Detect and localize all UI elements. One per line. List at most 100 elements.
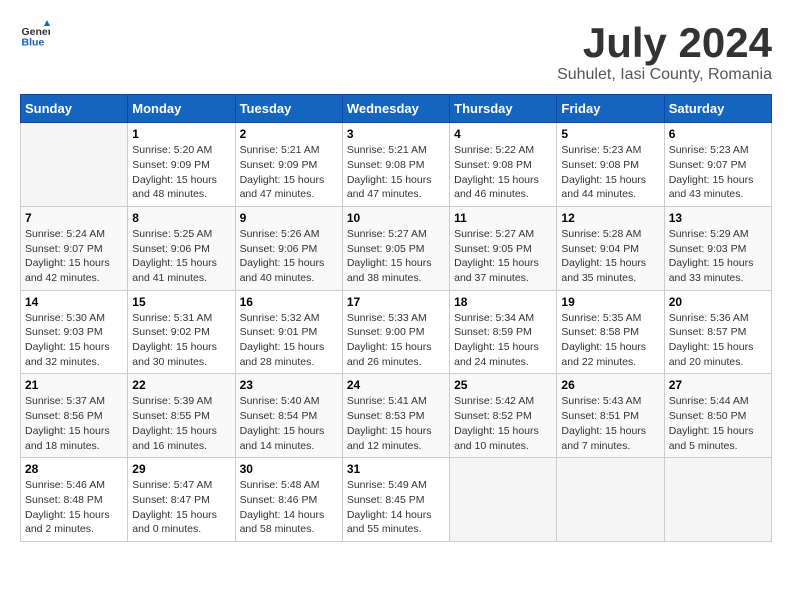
header-cell-monday: Monday <box>128 95 235 123</box>
day-number: 27 <box>669 378 767 392</box>
day-number: 10 <box>347 211 445 225</box>
day-info: Sunrise: 5:29 AM Sunset: 9:03 PM Dayligh… <box>669 227 767 286</box>
calendar-cell: 19 Sunrise: 5:35 AM Sunset: 8:58 PM Dayli… <box>557 290 664 374</box>
day-info: Sunrise: 5:31 AM Sunset: 9:02 PM Dayligh… <box>132 311 230 370</box>
calendar-cell: 20 Sunrise: 5:36 AM Sunset: 8:57 PM Dayli… <box>664 290 771 374</box>
day-number: 9 <box>240 211 338 225</box>
day-number: 25 <box>454 378 552 392</box>
day-number: 23 <box>240 378 338 392</box>
calendar-cell: 16 Sunrise: 5:32 AM Sunset: 9:01 PM Dayli… <box>235 290 342 374</box>
calendar-cell: 3 Sunrise: 5:21 AM Sunset: 9:08 PM Daylig… <box>342 123 449 207</box>
header-cell-wednesday: Wednesday <box>342 95 449 123</box>
day-info: Sunrise: 5:24 AM Sunset: 9:07 PM Dayligh… <box>25 227 123 286</box>
calendar-cell <box>450 458 557 542</box>
day-info: Sunrise: 5:35 AM Sunset: 8:58 PM Dayligh… <box>561 311 659 370</box>
day-info: Sunrise: 5:36 AM Sunset: 8:57 PM Dayligh… <box>669 311 767 370</box>
day-number: 21 <box>25 378 123 392</box>
day-number: 2 <box>240 127 338 141</box>
day-number: 6 <box>669 127 767 141</box>
day-number: 30 <box>240 462 338 476</box>
calendar-cell: 12 Sunrise: 5:28 AM Sunset: 9:04 PM Dayli… <box>557 206 664 290</box>
day-info: Sunrise: 5:30 AM Sunset: 9:03 PM Dayligh… <box>25 311 123 370</box>
day-number: 8 <box>132 211 230 225</box>
header-cell-thursday: Thursday <box>450 95 557 123</box>
day-info: Sunrise: 5:21 AM Sunset: 9:09 PM Dayligh… <box>240 143 338 202</box>
header-row: SundayMondayTuesdayWednesdayThursdayFrid… <box>21 95 772 123</box>
calendar-cell: 17Sunrise: 5:33 AM Sunset: 9:00 PM Dayli… <box>342 290 449 374</box>
day-number: 20 <box>669 295 767 309</box>
day-info: Sunrise: 5:27 AM Sunset: 9:05 PM Dayligh… <box>347 227 445 286</box>
calendar-cell: 10 Sunrise: 5:27 AM Sunset: 9:05 PM Dayli… <box>342 206 449 290</box>
day-info: Sunrise: 5:21 AM Sunset: 9:08 PM Dayligh… <box>347 143 445 202</box>
day-info: Sunrise: 5:46 AM Sunset: 8:48 PM Dayligh… <box>25 478 123 537</box>
page-subtitle: Suhulet, Iasi County, Romania <box>557 66 772 84</box>
calendar-cell: 13 Sunrise: 5:29 AM Sunset: 9:03 PM Dayli… <box>664 206 771 290</box>
svg-text:Blue: Blue <box>22 37 45 49</box>
logo: General Blue <box>20 20 50 50</box>
calendar-cell: 1 Sunrise: 5:20 AM Sunset: 9:09 PM Daylig… <box>128 123 235 207</box>
day-number: 1 <box>132 127 230 141</box>
calendar-cell: 8 Sunrise: 5:25 AM Sunset: 9:06 PM Daylig… <box>128 206 235 290</box>
week-row-2: 7 Sunrise: 5:24 AM Sunset: 9:07 PM Daylig… <box>21 206 772 290</box>
calendar-cell: 9 Sunrise: 5:26 AM Sunset: 9:06 PM Daylig… <box>235 206 342 290</box>
page-title: July 2024 <box>557 20 772 66</box>
day-info: Sunrise: 5:42 AM Sunset: 8:52 PM Dayligh… <box>454 394 552 453</box>
calendar-cell <box>664 458 771 542</box>
day-info: Sunrise: 5:41 AM Sunset: 8:53 PM Dayligh… <box>347 394 445 453</box>
week-row-4: 21 Sunrise: 5:37 AM Sunset: 8:56 PM Dayli… <box>21 374 772 458</box>
calendar-cell: 24Sunrise: 5:41 AM Sunset: 8:53 PM Dayli… <box>342 374 449 458</box>
calendar-cell: 7 Sunrise: 5:24 AM Sunset: 9:07 PM Daylig… <box>21 206 128 290</box>
calendar-cell: 14 Sunrise: 5:30 AM Sunset: 9:03 PM Dayli… <box>21 290 128 374</box>
calendar-cell: 30 Sunrise: 5:48 AM Sunset: 8:46 PM Dayli… <box>235 458 342 542</box>
calendar-cell: 26Sunrise: 5:43 AM Sunset: 8:51 PM Dayli… <box>557 374 664 458</box>
calendar-cell: 28 Sunrise: 5:46 AM Sunset: 8:48 PM Dayli… <box>21 458 128 542</box>
calendar-cell: 25 Sunrise: 5:42 AM Sunset: 8:52 PM Dayli… <box>450 374 557 458</box>
day-number: 7 <box>25 211 123 225</box>
day-info: Sunrise: 5:23 AM Sunset: 9:07 PM Dayligh… <box>669 143 767 202</box>
day-info: Sunrise: 5:28 AM Sunset: 9:04 PM Dayligh… <box>561 227 659 286</box>
calendar-cell: 21 Sunrise: 5:37 AM Sunset: 8:56 PM Dayli… <box>21 374 128 458</box>
day-number: 13 <box>669 211 767 225</box>
header-cell-sunday: Sunday <box>21 95 128 123</box>
day-info: Sunrise: 5:40 AM Sunset: 8:54 PM Dayligh… <box>240 394 338 453</box>
day-info: Sunrise: 5:48 AM Sunset: 8:46 PM Dayligh… <box>240 478 338 537</box>
title-area: July 2024 Suhulet, Iasi County, Romania <box>557 20 772 84</box>
week-row-1: 1 Sunrise: 5:20 AM Sunset: 9:09 PM Daylig… <box>21 123 772 207</box>
day-number: 29 <box>132 462 230 476</box>
calendar-cell: 15 Sunrise: 5:31 AM Sunset: 9:02 PM Dayli… <box>128 290 235 374</box>
day-info: Sunrise: 5:25 AM Sunset: 9:06 PM Dayligh… <box>132 227 230 286</box>
calendar-cell <box>557 458 664 542</box>
day-number: 15 <box>132 295 230 309</box>
day-number: 12 <box>561 211 659 225</box>
header-cell-saturday: Saturday <box>664 95 771 123</box>
day-number: 18 <box>454 295 552 309</box>
day-number: 3 <box>347 127 445 141</box>
day-info: Sunrise: 5:34 AM Sunset: 8:59 PM Dayligh… <box>454 311 552 370</box>
calendar-cell: 27 Sunrise: 5:44 AM Sunset: 8:50 PM Dayli… <box>664 374 771 458</box>
logo-icon: General Blue <box>20 20 50 50</box>
day-info: Sunrise: 5:20 AM Sunset: 9:09 PM Dayligh… <box>132 143 230 202</box>
day-info: Sunrise: 5:44 AM Sunset: 8:50 PM Dayligh… <box>669 394 767 453</box>
calendar-cell: 4Sunrise: 5:22 AM Sunset: 9:08 PM Daylig… <box>450 123 557 207</box>
day-number: 14 <box>25 295 123 309</box>
day-info: Sunrise: 5:43 AM Sunset: 8:51 PM Dayligh… <box>561 394 659 453</box>
calendar-table: SundayMondayTuesdayWednesdayThursdayFrid… <box>20 94 772 542</box>
day-number: 22 <box>132 378 230 392</box>
day-info: Sunrise: 5:37 AM Sunset: 8:56 PM Dayligh… <box>25 394 123 453</box>
calendar-cell: 5Sunrise: 5:23 AM Sunset: 9:08 PM Daylig… <box>557 123 664 207</box>
day-number: 4 <box>454 127 552 141</box>
day-info: Sunrise: 5:26 AM Sunset: 9:06 PM Dayligh… <box>240 227 338 286</box>
calendar-header: SundayMondayTuesdayWednesdayThursdayFrid… <box>21 95 772 123</box>
week-row-3: 14 Sunrise: 5:30 AM Sunset: 9:03 PM Dayli… <box>21 290 772 374</box>
day-number: 19 <box>561 295 659 309</box>
calendar-cell: 22 Sunrise: 5:39 AM Sunset: 8:55 PM Dayli… <box>128 374 235 458</box>
day-info: Sunrise: 5:32 AM Sunset: 9:01 PM Dayligh… <box>240 311 338 370</box>
calendar-cell: 18 Sunrise: 5:34 AM Sunset: 8:59 PM Dayli… <box>450 290 557 374</box>
header-cell-friday: Friday <box>557 95 664 123</box>
day-number: 28 <box>25 462 123 476</box>
calendar-cell <box>21 123 128 207</box>
day-number: 31 <box>347 462 445 476</box>
calendar-cell: 23 Sunrise: 5:40 AM Sunset: 8:54 PM Dayli… <box>235 374 342 458</box>
day-number: 16 <box>240 295 338 309</box>
day-info: Sunrise: 5:39 AM Sunset: 8:55 PM Dayligh… <box>132 394 230 453</box>
